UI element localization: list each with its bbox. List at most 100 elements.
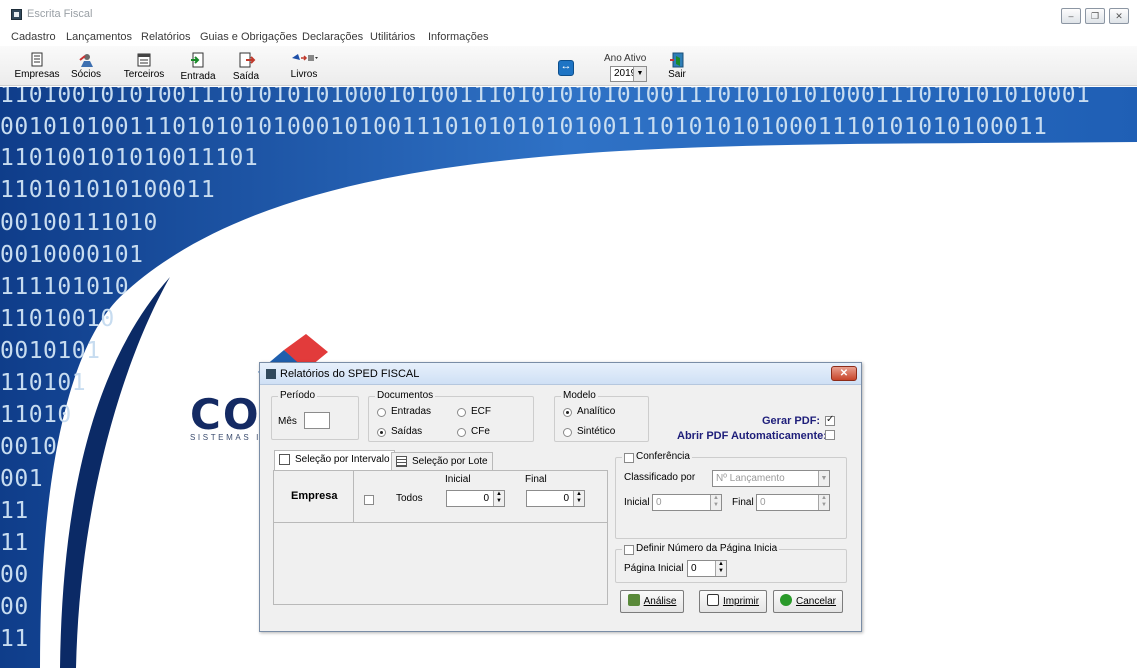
livros-button[interactable]: Livros — [282, 46, 326, 86]
document-icon — [279, 454, 290, 465]
empresas-button[interactable]: Empresas — [10, 46, 64, 86]
radio-sintetico[interactable] — [563, 428, 572, 437]
conf-final-input[interactable]: 0 ▲ ▼ — [756, 494, 830, 511]
socios-button[interactable]: Sócios — [66, 46, 106, 86]
building-icon — [31, 52, 43, 67]
documentos-legend: Documentos — [375, 390, 436, 401]
pagina-legend-label: Definir Número da Página Inicia — [636, 543, 778, 554]
pagina-checkbox[interactable] — [624, 545, 634, 555]
conf-inicial-label: Inicial — [624, 497, 650, 508]
binary-row: 11 — [0, 530, 29, 556]
toolbar: Empresas Sócios Terceiros Entrada Saída … — [0, 46, 1137, 86]
documentos-group: Documentos Entradas ECF Saídas CFe — [368, 390, 534, 442]
tab-lote-label: Seleção por Lote — [412, 456, 488, 467]
people-icon — [79, 54, 93, 67]
mes-input[interactable] — [304, 412, 330, 429]
classificado-label: Classificado por — [624, 472, 696, 483]
binary-row: 11010010 — [0, 306, 115, 332]
modelo-legend: Modelo — [561, 390, 598, 401]
saida-button[interactable]: Saída — [228, 46, 264, 86]
binary-row: 11 — [0, 498, 29, 524]
conf-inicial-input[interactable]: 0 ▲ ▼ — [652, 494, 722, 511]
tab-intervalo-label: Seleção por Intervalo — [295, 454, 390, 465]
dialog-title-bar: Relatórios do SPED FISCAL ✕ — [260, 363, 861, 385]
pagina-inicial-label: Página Inicial — [624, 563, 684, 574]
intervalo-row: Empresa Todos Inicial 0 ▲ ▼ Final 0 ▲ ▼ — [274, 471, 607, 523]
binary-row: 001 — [0, 466, 44, 492]
imprimir-label: Imprimir — [722, 596, 760, 607]
radio-ecf[interactable] — [457, 408, 466, 417]
sair-button[interactable]: Sair — [664, 46, 690, 86]
dialog-title: Relatórios do SPED FISCAL — [280, 368, 420, 380]
classificado-select[interactable]: Nº Lançamento ▼ — [712, 470, 830, 487]
saidas-label: Saídas — [391, 426, 423, 437]
sair-label: Sair — [668, 69, 686, 80]
empresa-final-input[interactable]: 0 ▲ ▼ — [526, 490, 585, 507]
abrir-pdf-checkbox[interactable] — [825, 430, 835, 440]
pagina-inicial-input[interactable]: 0 ▲ ▼ — [687, 560, 727, 577]
cancelar-button[interactable]: Cancelar — [773, 590, 843, 613]
analise-button[interactable]: Análise — [620, 590, 684, 613]
tab-panel-intervalo: Empresa Todos Inicial 0 ▲ ▼ Final 0 ▲ ▼ — [273, 470, 608, 605]
conf-inicial-value: 0 — [656, 497, 662, 508]
dialog-close-button[interactable]: ✕ — [831, 366, 857, 381]
binary-row: 110101010100011 — [0, 177, 216, 203]
terceiros-button[interactable]: Terceiros — [120, 46, 168, 86]
menu-utilitarios[interactable]: Utilitários — [370, 31, 415, 43]
entrada-button[interactable]: Entrada — [176, 46, 220, 86]
entradas-label: Entradas — [391, 406, 432, 417]
todos-checkbox[interactable] — [364, 495, 374, 505]
binary-row: 0010101 — [0, 338, 101, 364]
conferencia-checkbox[interactable] — [624, 453, 634, 463]
chevron-down-icon: ▼ — [818, 471, 829, 486]
window-title: Escrita Fiscal — [27, 8, 93, 20]
tab-selecao-lote[interactable]: Seleção por Lote — [391, 452, 493, 470]
terceiros-label: Terceiros — [123, 69, 165, 80]
gerar-pdf-checkbox[interactable] — [825, 414, 835, 426]
gerar-pdf-label: Gerar PDF: — [762, 415, 821, 427]
year-select[interactable]: 2019 ▼ — [610, 66, 647, 82]
menu-declaracoes[interactable]: Declarações — [302, 31, 363, 43]
close-window-button[interactable]: ✕ — [1109, 8, 1129, 24]
spin-arrows-icon[interactable]: ▲ ▼ — [818, 495, 829, 510]
binary-row: 00 — [0, 594, 29, 620]
menu-bar: Cadastro Lançamentos Relatórios Guias e … — [0, 28, 1137, 46]
menu-lancamentos[interactable]: Lançamentos — [66, 31, 132, 43]
dialog-app-icon — [266, 369, 276, 379]
socios-label: Sócios — [70, 69, 101, 80]
menu-guias[interactable]: Guias e Obrigações — [200, 31, 297, 43]
sped-fiscal-dialog: Relatórios do SPED FISCAL ✕ Período Mês … — [259, 362, 862, 632]
spin-arrows-icon[interactable]: ▲ ▼ — [573, 491, 584, 506]
radio-analitico[interactable] — [563, 408, 572, 417]
imprimir-button[interactable]: Imprimir — [699, 590, 767, 613]
periodo-group: Período Mês — [271, 390, 359, 440]
periodo-legend: Período — [278, 390, 318, 401]
restore-button[interactable]: ❐ — [1085, 8, 1105, 24]
chevron-down-icon: ▼ — [633, 67, 646, 81]
radio-saidas[interactable] — [377, 428, 386, 437]
empresa-label: Empresa — [291, 490, 338, 502]
radio-entradas[interactable] — [377, 408, 386, 417]
modelo-group: Modelo Analítico Sintético — [554, 390, 649, 442]
ano-ativo-label: Ano Ativo — [604, 53, 647, 64]
menu-cadastro[interactable]: Cadastro — [11, 31, 56, 43]
abrir-pdf-label: Abrir PDF Automaticamente: — [677, 430, 827, 442]
tab-selecao-intervalo[interactable]: Seleção por Intervalo — [274, 450, 395, 470]
sintetico-label: Sintético — [577, 426, 616, 437]
pagina-legend: Definir Número da Página Inicia — [622, 543, 780, 555]
menu-informacoes[interactable]: Informações — [428, 31, 489, 43]
binary-row: 11010 — [0, 402, 72, 428]
cfe-label: CFe — [471, 426, 490, 437]
mes-label: Mês — [278, 416, 297, 427]
radio-cfe[interactable] — [457, 428, 466, 437]
binary-row: 0010101001110101010100010100111010101010… — [0, 114, 1048, 140]
menu-relatorios[interactable]: Relatórios — [141, 31, 191, 43]
minimize-button[interactable]: – — [1061, 8, 1081, 24]
empresa-cell: Empresa — [274, 471, 354, 523]
empresa-inicial-input[interactable]: 0 ▲ ▼ — [446, 490, 505, 507]
spin-arrows-icon[interactable]: ▲ ▼ — [493, 491, 504, 506]
table-icon — [396, 456, 407, 467]
spin-arrows-icon[interactable]: ▲ ▼ — [710, 495, 721, 510]
spin-arrows-icon[interactable]: ▲ ▼ — [715, 561, 726, 576]
sync-icon[interactable] — [558, 60, 574, 76]
